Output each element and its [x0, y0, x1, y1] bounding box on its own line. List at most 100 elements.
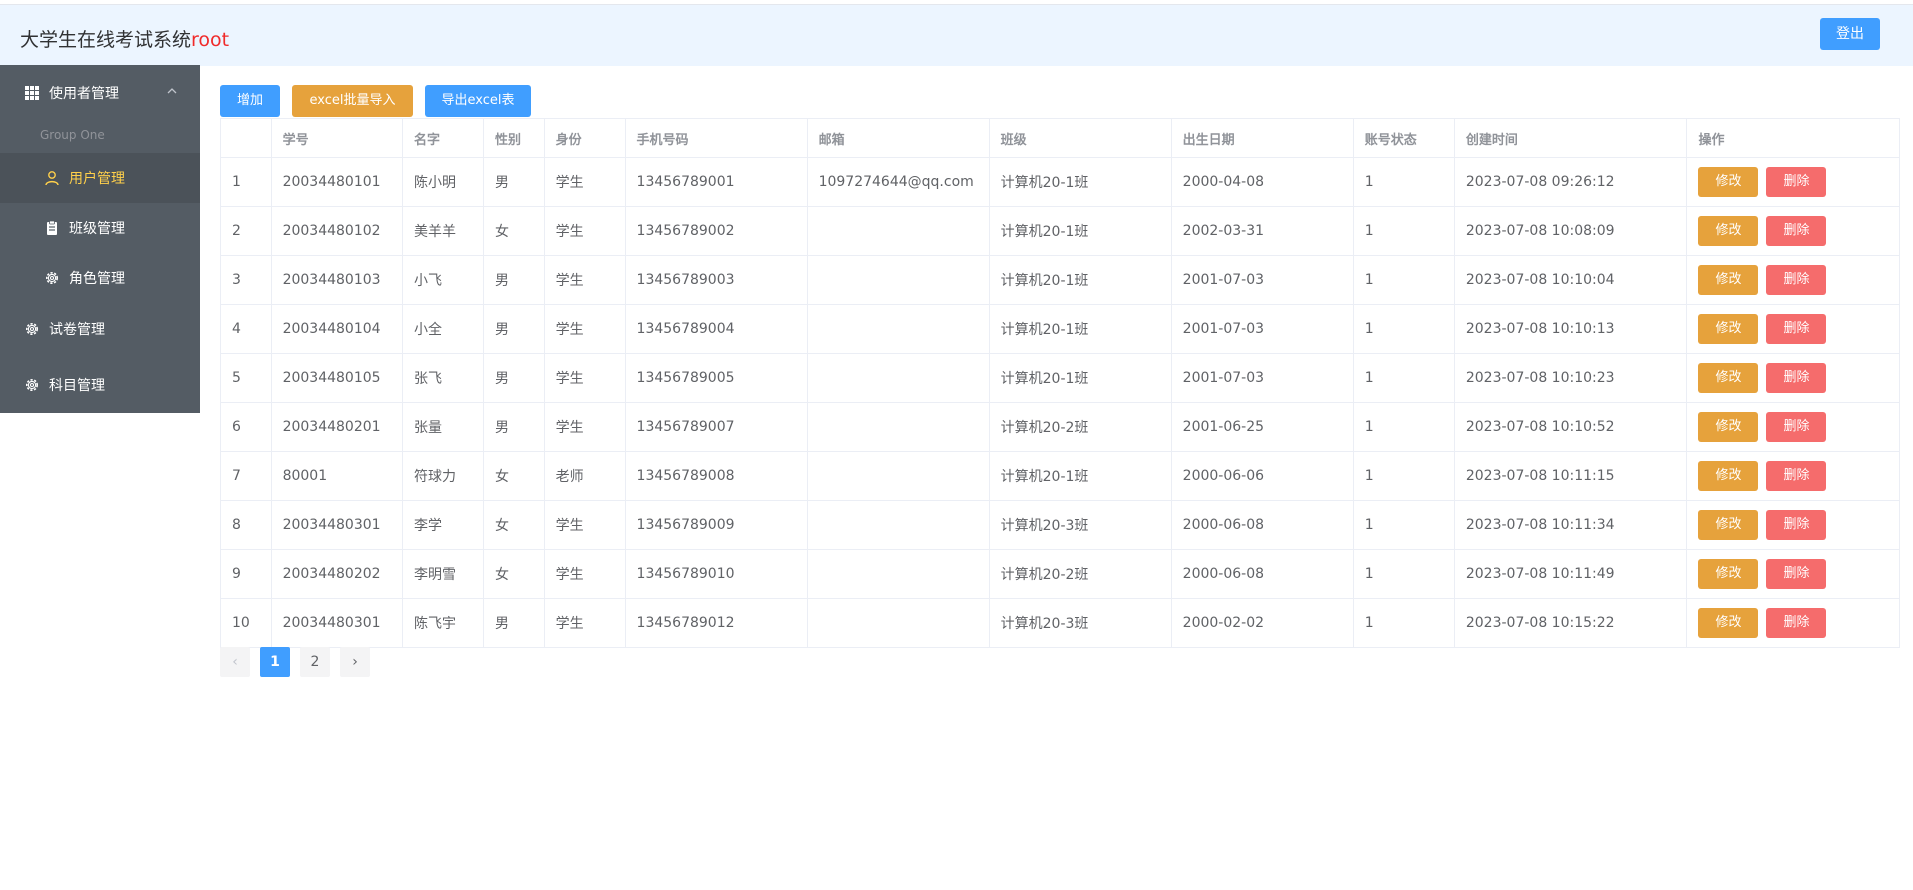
logout-button[interactable]: 登出: [1820, 18, 1880, 50]
table-row: 2 20034480102 美羊羊女学生 13456789002 计算机20-1班 200…: [220, 206, 1900, 256]
delete-button[interactable]: 删除: [1766, 608, 1827, 638]
table-cell: 学生: [543, 255, 626, 305]
table-cell: 小全: [402, 304, 484, 354]
edit-button[interactable]: 修改: [1698, 608, 1759, 638]
menu-group-title: Group One: [40, 128, 105, 142]
excel-export-button[interactable]: 导出excel表: [425, 85, 531, 117]
table-cell: 张飞: [402, 353, 484, 403]
delete-button[interactable]: 删除: [1766, 363, 1827, 393]
table-cell: 学生: [543, 206, 626, 256]
table-cell: [806, 549, 990, 599]
table-cell: 1: [1352, 451, 1455, 501]
table-cell: 4: [220, 304, 272, 354]
edit-button[interactable]: 修改: [1698, 559, 1759, 589]
menu-subject-management-label: 科目管理: [49, 378, 105, 394]
column-header: 创建时间: [1453, 118, 1688, 158]
table-cell: 2000-04-08: [1170, 157, 1354, 207]
menu-subject-management[interactable]: 科目管理: [0, 357, 200, 413]
edit-button[interactable]: 修改: [1698, 167, 1759, 197]
edit-button[interactable]: 修改: [1698, 216, 1759, 246]
edit-button[interactable]: 修改: [1698, 412, 1759, 442]
table-cell: 学生: [543, 598, 626, 648]
delete-button[interactable]: 删除: [1766, 461, 1827, 491]
row-actions: 修改 删除: [1686, 500, 1900, 550]
column-header: 身份: [543, 118, 626, 158]
column-header: 操作: [1686, 118, 1900, 158]
table-row: 6 20034480201 张量男学生 13456789007 计算机20-2班 2001…: [220, 402, 1900, 452]
table-cell: 学生: [543, 549, 626, 599]
sidebar-item-role-management[interactable]: 角色管理: [0, 253, 200, 303]
table-cell: 1: [1352, 598, 1455, 648]
table-cell: 2001-07-03: [1170, 304, 1354, 354]
menu-exam-management[interactable]: 试卷管理: [0, 301, 200, 357]
delete-button[interactable]: 删除: [1766, 167, 1827, 197]
table-row: 5 20034480105 张飞男学生 13456789005 计算机20-1班 2001…: [220, 353, 1900, 403]
edit-button[interactable]: 修改: [1698, 265, 1759, 295]
table-cell: 20034480202: [270, 549, 404, 599]
add-button[interactable]: 增加: [220, 85, 280, 117]
table-cell: 13456789010: [624, 549, 808, 599]
table-cell: 学生: [543, 157, 626, 207]
row-actions: 修改 删除: [1686, 549, 1900, 599]
table-cell: 女: [482, 549, 545, 599]
menu-exam-management-label: 试卷管理: [49, 322, 105, 338]
table-cell: 计算机20-1班: [988, 353, 1172, 403]
table-cell: 男: [482, 157, 545, 207]
table-cell: 2023-07-08 10:11:34: [1453, 500, 1688, 550]
table-cell: 20034480301: [270, 598, 404, 648]
table-cell: 20034480201: [270, 402, 404, 452]
table-cell: 1: [220, 157, 272, 207]
table-cell: 计算机20-2班: [988, 549, 1172, 599]
table-cell: 美羊羊: [402, 206, 484, 256]
app-title: 大学生在线考试系统root: [20, 25, 229, 52]
menu-user-management[interactable]: 使用者管理: [0, 65, 200, 121]
table-cell: 男: [482, 353, 545, 403]
edit-button[interactable]: 修改: [1698, 363, 1759, 393]
table-cell: 13456789007: [624, 402, 808, 452]
table-cell: 计算机20-1班: [988, 451, 1172, 501]
delete-button[interactable]: 删除: [1766, 216, 1827, 246]
table-cell: 13456789009: [624, 500, 808, 550]
row-actions: 修改 删除: [1686, 304, 1900, 354]
next-page-button[interactable]: ›: [340, 647, 370, 677]
table-row: 4 20034480104 小全男学生 13456789004 计算机20-1班 2001…: [220, 304, 1900, 354]
delete-button[interactable]: 删除: [1766, 265, 1827, 295]
table-cell: 2023-07-08 10:08:09: [1453, 206, 1688, 256]
prev-page-button[interactable]: ‹: [220, 647, 250, 677]
gear-icon: [26, 379, 38, 391]
page-1-button[interactable]: 1: [260, 647, 290, 677]
grid-icon: [25, 86, 39, 100]
row-actions: 修改 删除: [1686, 206, 1900, 256]
table-cell: 1: [1352, 500, 1455, 550]
table-cell: 2001-06-25: [1170, 402, 1354, 452]
table-cell: 计算机20-1班: [988, 206, 1172, 256]
gear-icon: [26, 323, 38, 335]
delete-button[interactable]: 删除: [1766, 559, 1827, 589]
sidebar-item-user-management[interactable]: 用户管理: [0, 153, 200, 203]
table-cell: 13456789004: [624, 304, 808, 354]
edit-button[interactable]: 修改: [1698, 314, 1759, 344]
table-cell: 小飞: [402, 255, 484, 305]
table-cell: 学生: [543, 353, 626, 403]
table-cell: 7: [220, 451, 272, 501]
table-cell: 2023-07-08 10:10:04: [1453, 255, 1688, 305]
delete-button[interactable]: 删除: [1766, 314, 1827, 344]
delete-button[interactable]: 删除: [1766, 510, 1827, 540]
table-cell: 2023-07-08 10:10:13: [1453, 304, 1688, 354]
table-cell: 计算机20-3班: [988, 598, 1172, 648]
excel-import-button[interactable]: excel批量导入: [292, 85, 413, 117]
table-cell: 13456789008: [624, 451, 808, 501]
table-cell: [806, 304, 990, 354]
table-cell: 13456789003: [624, 255, 808, 305]
table-cell: 2023-07-08 10:10:23: [1453, 353, 1688, 403]
edit-button[interactable]: 修改: [1698, 510, 1759, 540]
sidebar-item-class-management[interactable]: 班级管理: [0, 203, 200, 253]
menu-user-management-label: 使用者管理: [49, 86, 119, 102]
edit-button[interactable]: 修改: [1698, 461, 1759, 491]
table-cell: 13456789001: [624, 157, 808, 207]
column-header: [220, 118, 272, 158]
delete-button[interactable]: 删除: [1766, 412, 1827, 442]
page-2-button[interactable]: 2: [300, 647, 330, 677]
table-cell: 2000-06-08: [1170, 500, 1354, 550]
sidebar-item-label: 角色管理: [69, 271, 125, 287]
